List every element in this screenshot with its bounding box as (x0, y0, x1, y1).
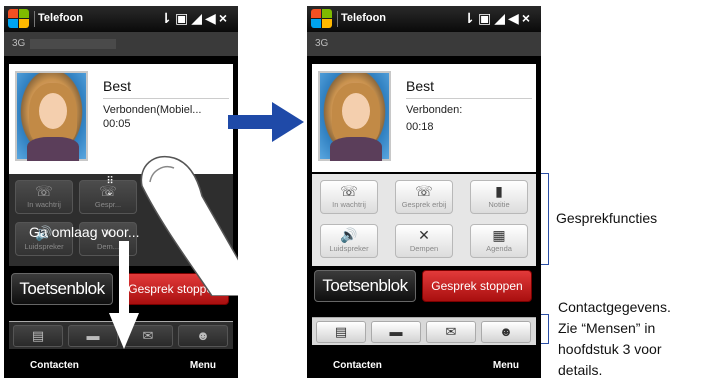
people-icon[interactable]: ☻ (178, 325, 228, 347)
caller-photo (318, 71, 391, 161)
hold-icon: ☏ (35, 183, 53, 199)
phone-screen-before: Telefoon ⇂▣◢◀× 3G Best Verbonden(Mobiel.… (4, 6, 238, 378)
email-icon[interactable]: ✉ (123, 325, 173, 347)
caller-divider (103, 98, 229, 99)
caller-photo (15, 71, 88, 161)
contact-card-icon[interactable]: ▤ (13, 325, 63, 347)
hold-icon: ☏ (340, 183, 358, 199)
hold-button[interactable]: ☏ In wachtrij (15, 180, 73, 214)
add-call-icon: ☏ (415, 183, 433, 199)
slide-down-hint: Ga omlaag voor... (29, 224, 140, 240)
sim-icon: ▣ (175, 10, 192, 26)
app-title: Telefoon (341, 12, 387, 24)
call-functions-panel-collapsed[interactable]: ☏ In wachtrij ☏ Gespr... 🔊 Luidspreker ✕… (9, 174, 233, 266)
keypad-button[interactable]: Toetsenblok (11, 273, 113, 305)
status-icons: ⇂▣◢◀× (463, 10, 533, 27)
message-icon[interactable]: ▬ (68, 325, 118, 347)
caller-card[interactable]: Best Verbonden(Mobiel... 00:05 (9, 64, 233, 174)
contact-tabs: ▤ ▬ ✉ ☻ (312, 317, 536, 345)
caller-card[interactable]: Best Verbonden: 00:18 (312, 64, 536, 172)
antenna-icon: ◢ (494, 10, 509, 26)
sim-icon: ▣ (478, 10, 495, 26)
mute-icon: ✕ (418, 227, 430, 243)
note-icon: ▮ (495, 183, 503, 199)
network-type: 3G (12, 38, 26, 49)
network-bar: 3G (307, 32, 541, 56)
softkey-contacts[interactable]: Contacten (333, 360, 382, 371)
caller-divider (406, 98, 532, 99)
status-icons: ⇂▣◢◀× (160, 10, 230, 27)
functions-bracket (541, 173, 549, 265)
drag-grip-icon[interactable]: ⠿ ⌄ (99, 176, 121, 198)
close-icon[interactable]: × (522, 10, 533, 26)
contact-bracket (541, 314, 549, 344)
caller-name: Best (103, 78, 132, 94)
speaker-icon: 🔊 (340, 227, 358, 243)
end-call-button[interactable]: Gesprek stoppen (119, 273, 229, 305)
contact-card-icon[interactable]: ▤ (316, 321, 366, 343)
operator-name-bar (30, 39, 116, 49)
network-type: 3G (315, 38, 329, 49)
mute-button[interactable]: ✕ Dempen (395, 224, 453, 258)
title-separator (337, 11, 338, 27)
volume-icon[interactable]: ◀ (508, 10, 522, 26)
app-title: Telefoon (38, 12, 84, 24)
calendar-icon: ▦ (492, 227, 506, 243)
softkey-menu[interactable]: Menu (493, 360, 519, 371)
signal-icon: ⇂ (463, 10, 479, 26)
people-icon[interactable]: ☻ (481, 321, 531, 343)
softkey-contacts[interactable]: Contacten (30, 360, 79, 371)
softkey-bar: Contacten Menu (4, 354, 238, 378)
keypad-button[interactable]: Toetsenblok (314, 270, 416, 302)
call-actions: Toetsenblok Gesprek stoppen (312, 270, 536, 302)
functions-annotation: Gesprekfuncties (556, 210, 658, 226)
close-icon[interactable]: × (219, 10, 230, 26)
start-menu-icon[interactable] (311, 9, 335, 29)
volume-icon[interactable]: ◀ (205, 10, 219, 26)
status-bar: Telefoon ⇂▣◢◀× (307, 6, 541, 32)
caller-name: Best (406, 78, 435, 94)
add-call-button[interactable]: ☏ Gesprek erbij (395, 180, 453, 214)
contact-tabs: ▤ ▬ ✉ ☻ (9, 321, 233, 349)
email-icon[interactable]: ✉ (426, 321, 476, 343)
end-call-button[interactable]: Gesprek stoppen (422, 270, 532, 302)
call-functions-panel: ☏ In wachtrij ☏ Gesprek erbij ▮ Notitie … (312, 174, 536, 266)
start-menu-icon[interactable] (8, 9, 32, 29)
antenna-icon: ◢ (191, 10, 206, 26)
phone-screen-after: Telefoon ⇂▣◢◀× 3G Best Verbonden: 00:18 … (307, 6, 541, 378)
call-actions: Toetsenblok Gesprek stoppen (9, 273, 233, 305)
note-button[interactable]: ▮ Notitie (470, 180, 528, 214)
call-timer: 00:18 (406, 121, 434, 133)
status-bar: Telefoon ⇂▣◢◀× (4, 6, 238, 32)
message-icon[interactable]: ▬ (371, 321, 421, 343)
speaker-button[interactable]: 🔊 Luidspreker (320, 224, 378, 258)
softkey-menu[interactable]: Menu (190, 360, 216, 371)
call-status: Verbonden(Mobiel... (103, 104, 202, 116)
contact-annotation: Contactgegevens. Zie “Mensen” in hoofdst… (558, 299, 671, 378)
call-timer: 00:05 (103, 118, 131, 130)
signal-icon: ⇂ (160, 10, 176, 26)
transition-arrow-icon (228, 102, 304, 142)
hold-button[interactable]: ☏ In wachtrij (320, 180, 378, 214)
network-bar: 3G (4, 32, 238, 56)
calendar-button[interactable]: ▦ Agenda (470, 224, 528, 258)
title-separator (34, 11, 35, 27)
softkey-bar: Contacten Menu (307, 354, 541, 378)
call-status: Verbonden: (406, 104, 463, 116)
